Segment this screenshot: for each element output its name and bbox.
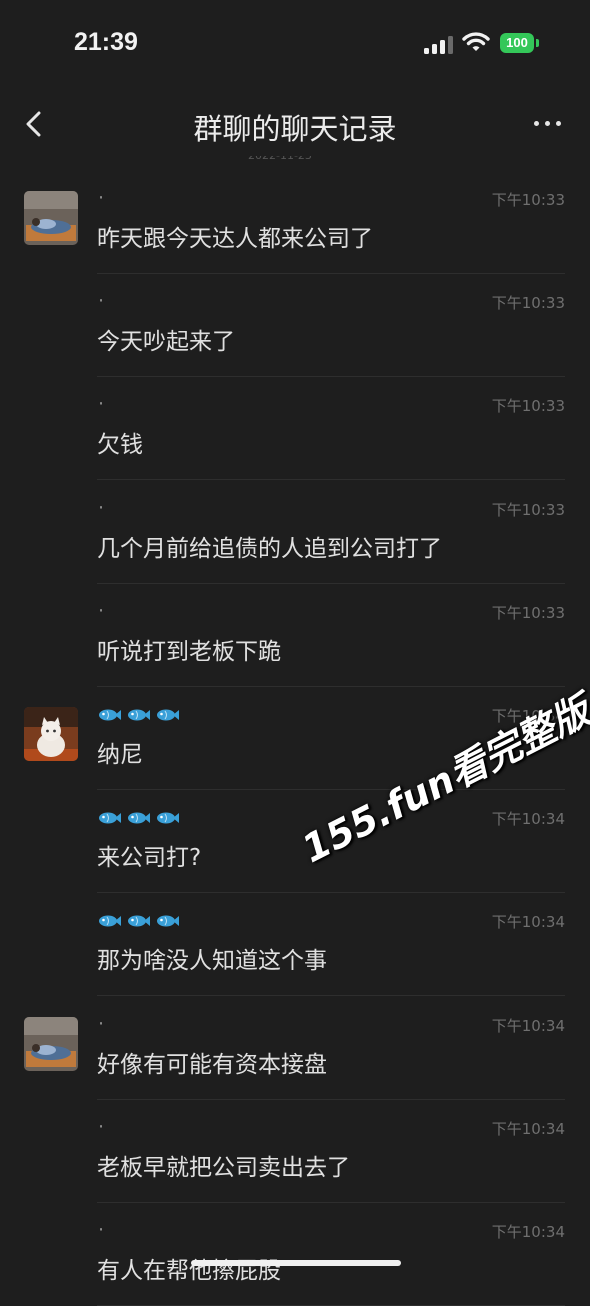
fish-icon <box>128 812 150 824</box>
message-text: 来公司打? <box>97 845 202 872</box>
fish-icon <box>99 915 121 927</box>
message-text: 那为啥没人知道这个事 <box>97 948 327 975</box>
message-row[interactable]: · 下午10:33 几个月前给追债的人追到公司打了 <box>0 481 590 584</box>
sender-name <box>98 703 185 725</box>
message-text: 好像有可能有资本接盘 <box>97 1051 327 1078</box>
fish-icon <box>99 709 121 720</box>
message-row[interactable]: · 下午10:34 老板早就把公司卖出去了 <box>0 1100 590 1203</box>
message-row[interactable]: 下午10:34 来公司打? <box>0 790 590 894</box>
fish-icon <box>128 709 150 720</box>
sender-name <box>98 909 185 931</box>
fish-icon <box>157 915 179 927</box>
home-indicator[interactable] <box>191 1260 401 1266</box>
message-row[interactable]: 下午10:34 那为啥没人知道这个事 <box>0 893 590 997</box>
message-row[interactable]: · 下午10:33 听说打到老板下跪 <box>0 584 590 687</box>
message-row[interactable]: · 下午10:33 欠钱 <box>0 377 590 481</box>
sender-name <box>98 806 185 828</box>
message-time: 下午10:33 <box>491 191 565 209</box>
sender-name: · <box>98 496 105 519</box>
avatar-cat[interactable] <box>24 707 78 761</box>
cellular-signal-icon <box>424 34 454 54</box>
fish-icon <box>157 812 179 824</box>
message-time: 下午10:33 <box>491 603 565 622</box>
sender-name: · <box>98 290 105 313</box>
page-title: 群聊的聊天记录 <box>193 112 397 146</box>
message-time: 下午10:34 <box>491 1016 565 1035</box>
message-text: 纳尼 <box>97 742 143 768</box>
sender-name: · <box>98 187 105 209</box>
message-text: 欠钱 <box>97 432 143 459</box>
battery-icon: 100 <box>500 33 534 53</box>
avatar-blanket[interactable] <box>24 191 78 245</box>
message-text: 几个月前给追债的人追到公司打了 <box>97 535 442 562</box>
sender-name: · <box>98 1115 105 1138</box>
nav-bar: 群聊的聊天记录 2022-11-23 <box>0 88 590 160</box>
message-text: 今天吵起来了 <box>97 329 235 356</box>
message-time: 下午10:34 <box>491 913 565 932</box>
sender-name: · <box>98 1219 105 1241</box>
more-options-button[interactable] <box>528 108 568 138</box>
message-row[interactable]: · 下午10:33 今天吵起来了 <box>0 274 590 378</box>
battery-cap <box>536 39 539 47</box>
avatar-blanket[interactable] <box>24 1016 78 1071</box>
fish-icon <box>157 709 179 720</box>
message-time: 下午10:33 <box>491 397 565 416</box>
status-time: 21:39 <box>74 28 138 56</box>
date-header: 2022-11-23 <box>248 156 342 160</box>
wifi-icon <box>462 32 490 51</box>
message-row[interactable]: · 下午10:34 有人在帮他擦屁股 <box>0 1203 590 1306</box>
message-text: 听说打到老板下跪 <box>97 638 281 665</box>
message-text: 老板早就把公司卖出去了 <box>97 1154 350 1181</box>
message-time: 下午10:33 <box>491 294 565 313</box>
sender-name: · <box>98 393 105 416</box>
message-time: 下午10:34 <box>491 1119 565 1138</box>
message-time: 下午10:34 <box>491 810 565 829</box>
message-row[interactable]: · 下午10:34 好像有可能有资本接盘 <box>0 997 590 1100</box>
fish-icon <box>128 915 150 927</box>
status-bar: 21:39 100 <box>0 0 590 88</box>
sender-name: · <box>98 1012 105 1035</box>
message-text: 昨天跟今天达人都来公司了 <box>97 226 373 252</box>
message-row[interactable]: · 下午10:33 昨天跟今天达人都来公司了 <box>0 171 590 274</box>
fish-icon <box>99 812 121 824</box>
message-time: 下午10:34 <box>491 1223 565 1241</box>
sender-name: · <box>98 599 105 622</box>
message-time: 下午10:33 <box>491 500 565 519</box>
